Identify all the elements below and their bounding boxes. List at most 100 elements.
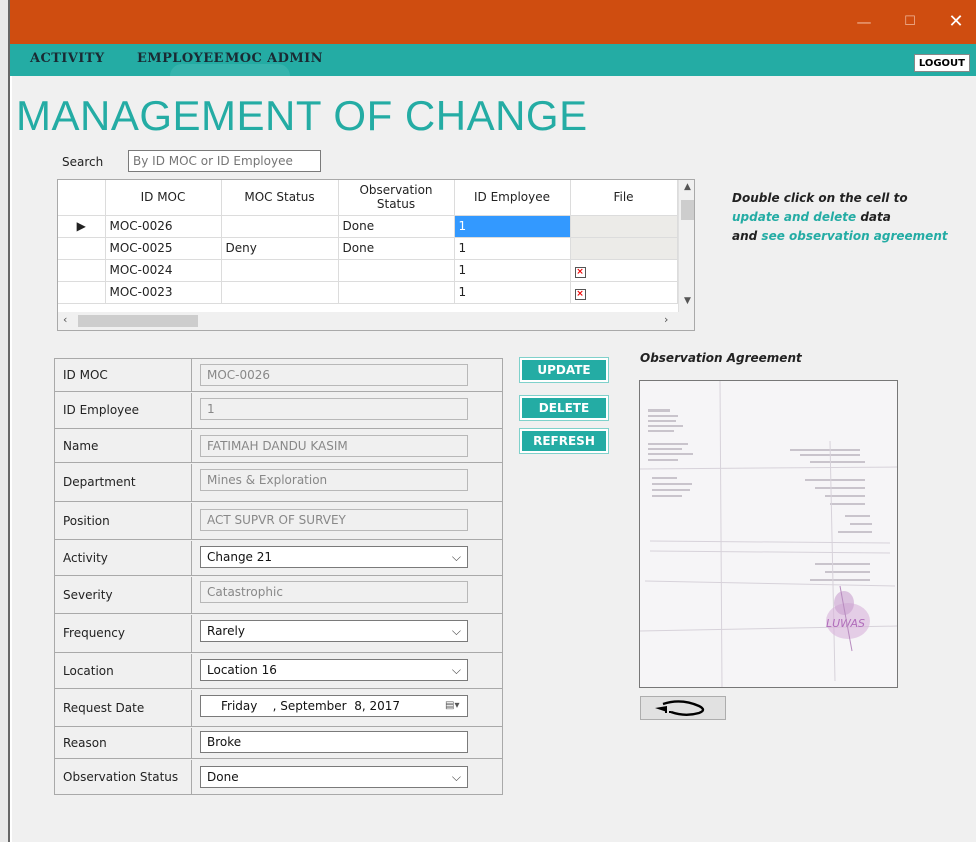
rotate-image-button[interactable] [640,696,726,720]
cell-file[interactable]: × [570,281,678,304]
table-row[interactable]: MOC-0023 1 × [58,281,678,304]
cell-id-moc[interactable]: MOC-0024 [105,259,222,282]
horizontal-scroll-thumb[interactable] [78,315,198,327]
minimize-button[interactable]: — [844,0,884,44]
frequency-value: Rarely [207,624,245,638]
update-button[interactable]: UPDATE [519,357,609,383]
location-label: Location [55,654,192,688]
frequency-label: Frequency [55,615,192,652]
vertical-scroll-thumb[interactable] [681,200,694,220]
instruction-hint: Double click on the cell to update and d… [732,189,948,246]
form-row-id-moc: ID MOC MOC-0026 [55,359,502,392]
chevron-down-icon[interactable]: ⌵ [452,621,461,641]
table-row[interactable]: MOC-0025 Deny Done 1 [58,237,678,260]
menu-moc-admin[interactable]: MOC ADMIN [225,51,323,66]
id-employee-label: ID Employee [55,393,192,428]
cell-file-image[interactable] [570,237,678,260]
scanned-document-picture: LUWAS [640,381,897,687]
refresh-button[interactable]: REFRESH [519,428,609,454]
scroll-left-icon[interactable]: ‹ [63,313,67,326]
form-row-request-date: Request Date Friday , September 8, 2017 ▤… [55,690,502,727]
calendar-icon[interactable]: ▤▾ [445,700,461,712]
observation-status-dropdown[interactable]: Done ⌵ [200,766,468,788]
row-header-corner [58,180,106,216]
column-header-moc-status[interactable]: MOC Status [221,180,339,216]
search-label: Search [62,155,104,169]
table-row[interactable]: MOC-0024 1 × [58,259,678,282]
chevron-down-icon[interactable]: ⌵ [452,767,461,787]
hint-line-2: update and delete data [732,208,948,227]
cell-id-employee[interactable]: 1 [454,281,571,304]
hint-line-1: Double click on the cell to [732,191,908,205]
form-row-observation-status: Observation Status Done ⌵ [55,760,502,795]
hint-highlight-observation: see observation agreement [761,229,948,243]
observation-status-label: Observation Status [55,760,192,795]
row-selector[interactable] [58,259,106,282]
hint-text: data [856,210,891,224]
search-input[interactable] [128,150,321,172]
cell-moc-status[interactable]: Deny [221,237,339,260]
scroll-down-icon[interactable]: ▼ [679,296,694,306]
department-field: Mines & Exploration [200,469,468,491]
observation-status-value: Done [207,770,239,784]
stamp-text: LUWAS [826,617,865,630]
form-row-location: Location Location 16 ⌵ [55,654,502,689]
scroll-right-icon[interactable]: › [664,313,668,326]
cell-moc-status[interactable] [221,215,339,238]
page-title: MANAGEMENT OF CHANGE [16,92,588,139]
broken-image-icon: × [574,288,586,300]
table-row[interactable]: ▶ MOC-0026 Done 1 [58,215,678,238]
frequency-dropdown[interactable]: Rarely ⌵ [200,620,468,642]
activity-dropdown[interactable]: Change 21 ⌵ [200,546,468,568]
cell-file[interactable]: × [570,259,678,282]
form-row-reason: Reason [55,728,502,759]
row-selector[interactable] [58,281,106,304]
cell-id-employee[interactable]: 1 [454,215,571,238]
column-header-id-moc[interactable]: ID MOC [105,180,222,216]
cell-observation-status[interactable] [338,281,455,304]
maximize-button[interactable]: ☐ [890,0,930,44]
reason-input[interactable] [200,731,468,753]
cell-moc-status[interactable] [221,259,339,282]
cell-id-moc[interactable]: MOC-0025 [105,237,222,260]
close-button[interactable]: ✕ [936,0,976,44]
menu-employee[interactable]: EMPLOYEE [137,51,224,66]
delete-button[interactable]: DELETE [519,395,609,421]
location-dropdown[interactable]: Location 16 ⌵ [200,659,468,681]
severity-field: Catastrophic [200,581,468,603]
cell-observation-status[interactable]: Done [338,215,455,238]
cell-moc-status[interactable] [221,281,339,304]
chevron-down-icon[interactable]: ⌵ [452,547,461,567]
form-row-position: Position ACT SUPVR OF SURVEY [55,503,502,540]
row-selector-icon[interactable]: ▶ [58,215,106,238]
column-header-observation-status[interactable]: Observation Status [338,180,455,216]
moc-data-grid[interactable]: ID MOC MOC Status Observation Status ID … [57,179,695,331]
menu-activity[interactable]: ACTIVITY [30,51,105,66]
broken-image-icon: × [574,266,586,278]
column-header-id-employee[interactable]: ID Employee [454,180,571,216]
position-label: Position [55,503,192,539]
form-row-name: Name FATIMAH DANDU KASIM [55,430,502,463]
column-header-file[interactable]: File [570,180,678,216]
cell-id-moc[interactable]: MOC-0023 [105,281,222,304]
cell-observation-status[interactable]: Done [338,237,455,260]
reason-label: Reason [55,728,192,758]
cell-id-moc[interactable]: MOC-0026 [105,215,222,238]
menu-bar: ACTIVITY EMPLOYEE MOC ADMIN LOGOUT [10,44,976,76]
vertical-scrollbar[interactable]: ▲ ▼ [678,180,694,312]
scroll-up-icon[interactable]: ▲ [679,182,694,192]
cell-file-image[interactable] [570,215,678,238]
cell-id-employee[interactable]: 1 [454,259,571,282]
horizontal-scrollbar[interactable]: ‹ › [58,312,694,330]
cell-observation-status[interactable] [338,259,455,282]
request-date-value: Friday , September 8, 2017 [221,699,401,713]
logout-button[interactable]: LOGOUT [913,54,970,72]
row-selector[interactable] [58,237,106,260]
request-date-picker[interactable]: Friday , September 8, 2017 ▤▾ [200,695,468,717]
name-label: Name [55,430,192,462]
observation-agreement-image: LUWAS [639,380,898,688]
hint-highlight-update-delete: update and delete [732,210,857,224]
chevron-down-icon[interactable]: ⌵ [452,660,461,680]
form-row-activity: Activity Change 21 ⌵ [55,541,502,576]
cell-id-employee[interactable]: 1 [454,237,571,260]
